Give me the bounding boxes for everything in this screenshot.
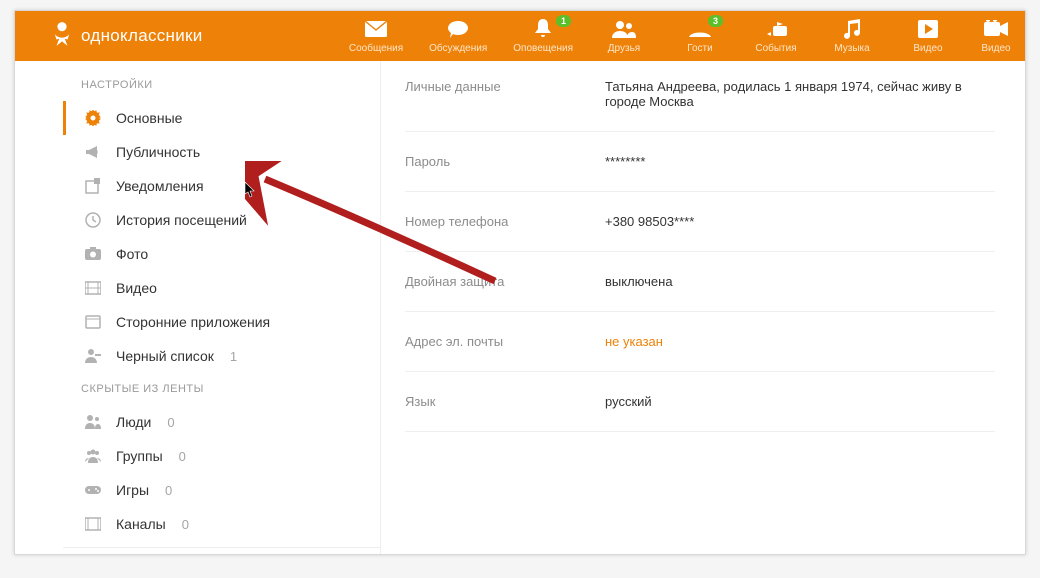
sidebar-item-label: Публичность xyxy=(116,144,200,160)
friends-icon xyxy=(612,19,636,39)
sidebar-item-public[interactable]: Публичность xyxy=(63,135,380,169)
nav-events[interactable]: События xyxy=(751,19,801,54)
row-phone[interactable]: Номер телефона +380 98503**** xyxy=(405,192,995,252)
sidebar-item-label: Каналы xyxy=(116,516,166,532)
sidebar-item-video[interactable]: Видео xyxy=(63,271,380,305)
nav-messages[interactable]: Сообщения xyxy=(349,19,403,54)
sidebar-item-label: Люди xyxy=(116,414,151,430)
sidebar-item-notifications[interactable]: Уведомления xyxy=(63,169,380,203)
sidebar-item-label: Уведомления xyxy=(116,178,204,194)
top-nav: Сообщения Обсуждения 1 Оповещения Друзья… xyxy=(349,19,1013,54)
sidebar-item-label: История посещений xyxy=(116,212,247,228)
row-key: Личные данные xyxy=(405,79,605,109)
camera-icon xyxy=(84,245,102,263)
row-value: выключена xyxy=(605,274,995,289)
sidebar-hidden-groups[interactable]: Группы 0 xyxy=(63,439,380,473)
megaphone-icon xyxy=(84,143,102,161)
brand-text: одноклассники xyxy=(81,26,203,46)
sidebar-hidden-games[interactable]: Игры 0 xyxy=(63,473,380,507)
sidebar-heading-settings: НАСТРОЙКИ xyxy=(63,69,380,101)
sidebar-item-label: Группы xyxy=(116,448,163,464)
divider xyxy=(63,547,380,548)
gear-icon xyxy=(84,109,102,127)
sidebar-item-count: 0 xyxy=(179,449,186,464)
chat-icon xyxy=(447,19,469,39)
row-value: +380 98503**** xyxy=(605,214,995,229)
sidebar-hidden-channels[interactable]: Каналы 0 xyxy=(63,507,380,541)
logo-icon xyxy=(51,19,73,54)
nav-video[interactable]: Видео xyxy=(903,19,953,54)
music-icon xyxy=(843,19,861,39)
nav-notifications[interactable]: 1 Оповещения xyxy=(513,19,573,54)
sidebar-item-label: Черный список xyxy=(116,348,214,364)
row-key: Номер телефона xyxy=(405,214,605,229)
row-password[interactable]: Пароль ******** xyxy=(405,132,995,192)
nav-discussions[interactable]: Обсуждения xyxy=(429,19,487,54)
bell-icon xyxy=(534,19,552,39)
row-key: Язык xyxy=(405,394,605,409)
film-icon xyxy=(84,279,102,297)
sidebar-item-label: Основные xyxy=(116,110,182,126)
sidebar-item-history[interactable]: История посещений xyxy=(63,203,380,237)
row-twofa[interactable]: Двойная защита выключена xyxy=(405,252,995,312)
film-icon xyxy=(84,515,102,533)
row-value: Татьяна Андреева, родилась 1 января 1974… xyxy=(605,79,995,109)
sidebar-item-label: Видео xyxy=(116,280,157,296)
settings-main: Личные данные Татьяна Андреева, родилась… xyxy=(381,61,1025,554)
sidebar-close-profile[interactable]: Закрыть профиль xyxy=(63,554,380,555)
logo[interactable]: одноклассники xyxy=(51,19,203,54)
row-value: не указан xyxy=(605,334,995,349)
sidebar-item-count: 0 xyxy=(165,483,172,498)
row-key: Адрес эл. почты xyxy=(405,334,605,349)
sidebar-item-label: Фото xyxy=(116,246,148,262)
sidebar: НАСТРОЙКИ Основные Публичность Уведомлен… xyxy=(63,61,381,554)
history-icon xyxy=(84,211,102,229)
row-language[interactable]: Язык русский xyxy=(405,372,995,432)
nav-video2[interactable]: Видео xyxy=(979,19,1013,54)
events-icon xyxy=(765,19,787,39)
nav-music[interactable]: Музыка xyxy=(827,19,877,54)
sidebar-hidden-people[interactable]: Люди 0 xyxy=(63,405,380,439)
sidebar-item-count: 0 xyxy=(167,415,174,430)
camera-icon xyxy=(984,19,1008,39)
sidebar-item-general[interactable]: Основные xyxy=(63,101,380,135)
sidebar-heading-hidden: СКРЫТЫЕ ИЗ ЛЕНТЫ xyxy=(63,373,380,405)
row-value: ******** xyxy=(605,154,995,169)
header: одноклассники Сообщения Обсуждения 1 Опо… xyxy=(15,11,1025,61)
sidebar-item-apps[interactable]: Сторонние приложения xyxy=(63,305,380,339)
sidebar-item-count: 0 xyxy=(182,517,189,532)
row-value: русский xyxy=(605,394,995,409)
envelope-icon xyxy=(365,19,387,39)
window-icon xyxy=(84,313,102,331)
sidebar-item-blacklist[interactable]: Черный список 1 xyxy=(63,339,380,373)
sidebar-item-photo[interactable]: Фото xyxy=(63,237,380,271)
sidebar-item-label: Игры xyxy=(116,482,149,498)
people-icon xyxy=(84,413,102,431)
popup-icon xyxy=(84,177,102,195)
sidebar-item-count: 1 xyxy=(230,349,237,364)
badge: 1 xyxy=(556,15,571,27)
badge: 3 xyxy=(708,15,723,27)
sidebar-item-label: Сторонние приложения xyxy=(116,314,270,330)
row-key: Пароль xyxy=(405,154,605,169)
nav-friends[interactable]: Друзья xyxy=(599,19,649,54)
row-personal[interactable]: Личные данные Татьяна Андреева, родилась… xyxy=(405,71,995,132)
blacklist-icon xyxy=(84,347,102,365)
nav-guests[interactable]: 3 Гости xyxy=(675,19,725,54)
groups-icon xyxy=(84,447,102,465)
play-square-icon xyxy=(918,19,938,39)
row-email[interactable]: Адрес эл. почты не указан xyxy=(405,312,995,372)
row-key: Двойная защита xyxy=(405,274,605,289)
gamepad-icon xyxy=(84,481,102,499)
